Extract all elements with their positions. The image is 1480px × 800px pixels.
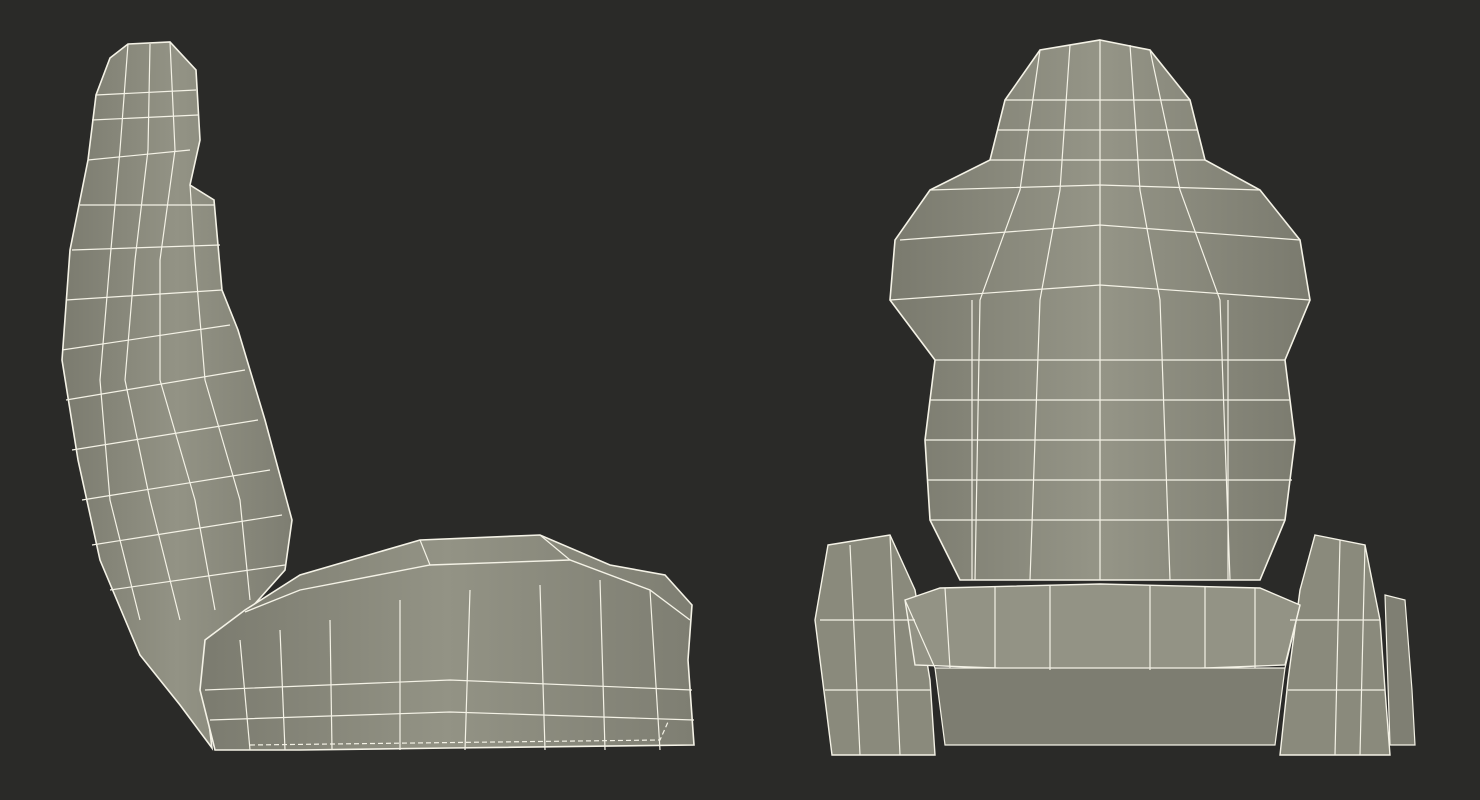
seat-front-view — [740, 0, 1480, 800]
front-cushion-shape — [904, 583, 1301, 673]
seat-front-wireframe — [814, 39, 1416, 756]
seat-side-wireframe — [61, 41, 695, 751]
right-bracket — [1384, 594, 1416, 746]
right-side-bolster — [1279, 534, 1391, 756]
front-cushion-base — [934, 667, 1286, 746]
seat-side-view — [0, 0, 740, 800]
render-viewport — [0, 0, 1480, 800]
